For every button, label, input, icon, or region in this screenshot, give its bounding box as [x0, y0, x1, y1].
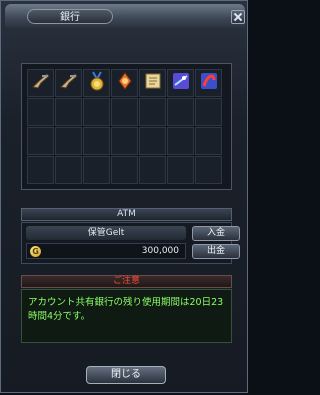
- inventory-slot[interactable]: [27, 156, 54, 184]
- inventory-slot[interactable]: [83, 156, 110, 184]
- inventory-panel: [21, 63, 232, 190]
- close-icon[interactable]: [231, 10, 245, 24]
- inventory-slot[interactable]: [167, 127, 194, 155]
- inventory-slot[interactable]: [139, 98, 166, 126]
- orb-gem-icon: [114, 70, 136, 96]
- inventory-slot[interactable]: [55, 127, 82, 155]
- account-label: 保管Gelt: [26, 226, 186, 240]
- inventory-slot[interactable]: [195, 69, 222, 97]
- inventory-slot[interactable]: [27, 69, 54, 97]
- money-display: G 300,000: [26, 243, 186, 259]
- inventory-slot[interactable]: [27, 98, 54, 126]
- inventory-slot[interactable]: [195, 156, 222, 184]
- flintlock-pistol-icon: [30, 70, 52, 96]
- title-bar[interactable]: 銀行: [5, 4, 245, 28]
- close-button[interactable]: 閉じる: [86, 366, 166, 384]
- inventory-slot[interactable]: [83, 127, 110, 155]
- money-amount: 300,000: [141, 246, 179, 256]
- inventory-slot[interactable]: [111, 127, 138, 155]
- notice-header: ご注意: [21, 275, 232, 288]
- bank-window: 銀行 ATM 保管Gelt G 300,000 入金 出金 ご注意 アカウント共…: [0, 0, 248, 393]
- inventory-slot[interactable]: [195, 98, 222, 126]
- inventory-slot[interactable]: [139, 127, 166, 155]
- scroll-icon: [142, 70, 164, 96]
- deposit-button[interactable]: 入金: [192, 226, 240, 241]
- account-panel: 保管Gelt G 300,000 入金 出金: [21, 222, 240, 264]
- gold-medal-icon: [86, 70, 108, 96]
- window-title: 銀行: [27, 9, 113, 24]
- inventory-grid: [27, 69, 222, 184]
- inventory-slot[interactable]: [55, 69, 82, 97]
- inventory-slot[interactable]: [167, 98, 194, 126]
- inventory-slot[interactable]: [83, 98, 110, 126]
- inventory-slot[interactable]: [111, 69, 138, 97]
- inventory-slot[interactable]: [111, 156, 138, 184]
- magic-card-icon: [170, 70, 192, 96]
- atm-header: ATM: [21, 208, 232, 221]
- inventory-slot[interactable]: [167, 156, 194, 184]
- inventory-slot[interactable]: [195, 127, 222, 155]
- gold-coin-icon: G: [30, 246, 41, 257]
- inventory-slot[interactable]: [139, 156, 166, 184]
- red-card-icon: [198, 70, 220, 96]
- inventory-slot[interactable]: [167, 69, 194, 97]
- flintlock-pistol-icon: [58, 70, 80, 96]
- inventory-slot[interactable]: [83, 69, 110, 97]
- inventory-slot[interactable]: [139, 69, 166, 97]
- inventory-slot[interactable]: [111, 98, 138, 126]
- inventory-slot[interactable]: [27, 127, 54, 155]
- notice-message: アカウント共有銀行の残り使用期間は20日23時間4分です。: [21, 289, 232, 343]
- inventory-slot[interactable]: [55, 156, 82, 184]
- inventory-slot[interactable]: [55, 98, 82, 126]
- withdraw-button[interactable]: 出金: [192, 244, 240, 259]
